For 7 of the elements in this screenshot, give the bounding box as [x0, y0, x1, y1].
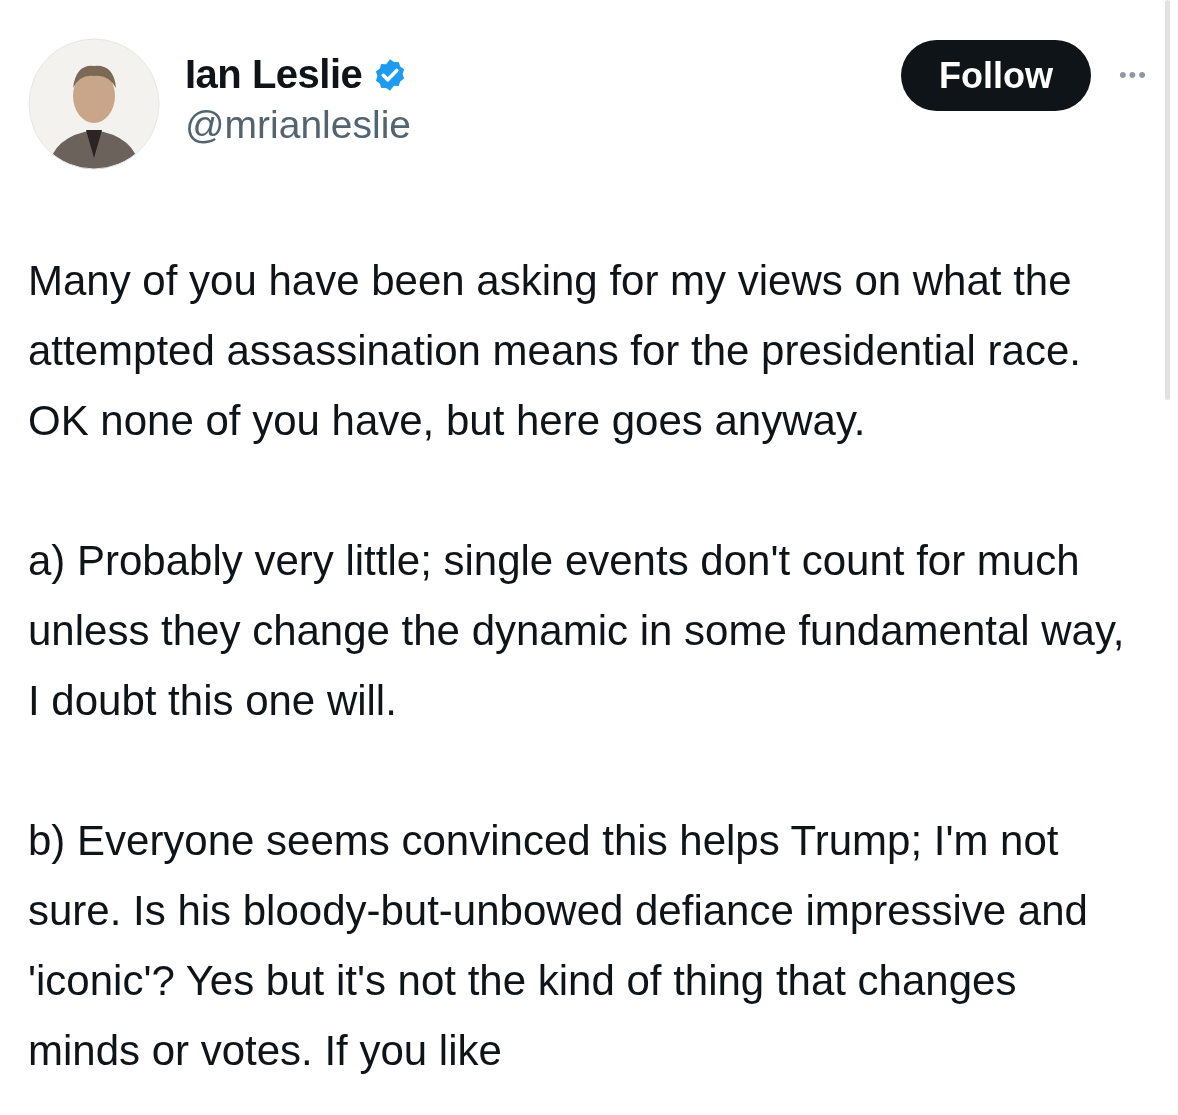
tweet-paragraph: b) Everyone seems convinced this helps Trump; I'm not sure. Is his bloody-but-unbowed defiance impressive and 'iconic'? Yes but it's not the kind of thing that changes minds or votes. If you like: [28, 816, 1089, 1076]
scrollbar[interactable]: [1165, 0, 1170, 400]
follow-button[interactable]: Follow: [900, 40, 1091, 111]
tweet-paragraph: Many of you have been asking for my views on what the attempted assassination means for the presidential race. OK none of you have, but here goes anyway.: [28, 256, 1082, 446]
author-name[interactable]: Ian Leslie: [185, 52, 363, 97]
author-handle[interactable]: @mrianleslie: [185, 103, 411, 147]
tweet-paragraph: a) Probably very little; single events don't count for much unless they change the dynamic in some fundamental way, I doubt this one will.: [28, 536, 1126, 726]
